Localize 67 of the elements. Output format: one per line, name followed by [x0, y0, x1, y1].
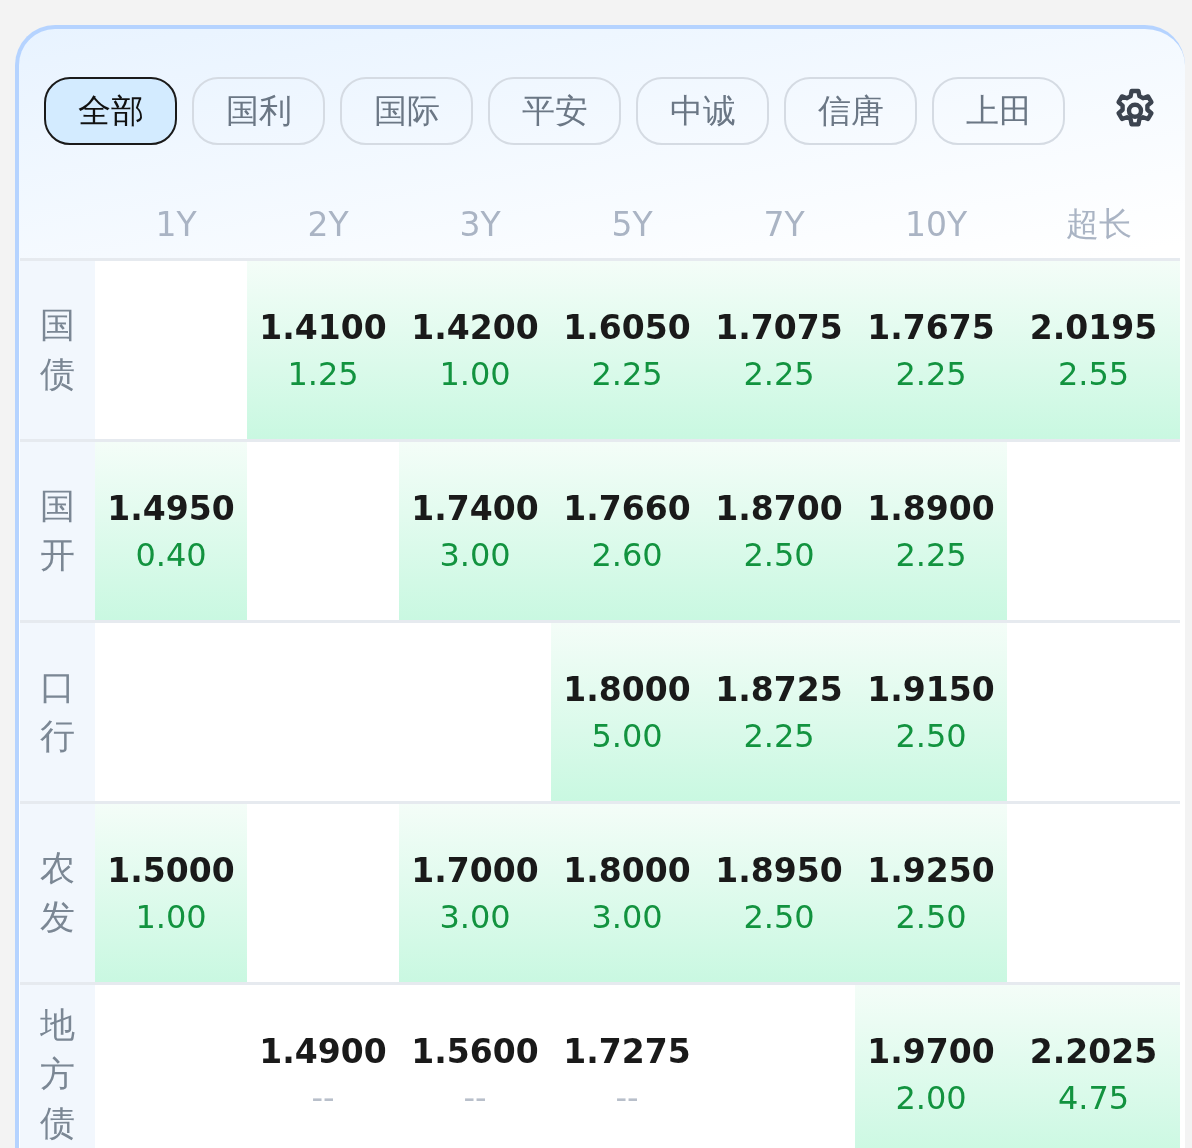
change-value: 3.00	[439, 897, 511, 936]
rate-value: 1.4900	[259, 1031, 387, 1071]
change-value: 1.00	[439, 354, 511, 393]
change-value: 2.25	[895, 354, 967, 393]
rate-value: 1.8950	[715, 850, 843, 890]
change-value: 2.25	[591, 354, 663, 393]
filter-tab[interactable]: 国利	[192, 77, 325, 145]
column-header: 5Y	[610, 204, 653, 244]
column-header: 10Y	[903, 204, 968, 244]
rate-value: 1.4200	[411, 307, 539, 347]
filter-tab[interactable]: 上田	[932, 77, 1065, 145]
column-header: 超长	[1064, 202, 1132, 245]
row-label: 国债	[40, 304, 75, 396]
rate-value: 1.5000	[107, 850, 235, 890]
rate-value: 1.9700	[867, 1031, 995, 1071]
rate-value: 1.4950	[107, 488, 235, 528]
change-value: 0.40	[135, 535, 207, 574]
filter-tab[interactable]: 全部	[44, 77, 177, 145]
rate-value: 1.5600	[411, 1031, 539, 1071]
rate-value: 1.8725	[715, 669, 843, 709]
rate-value: 1.8000	[563, 850, 691, 890]
change-value: 1.00	[135, 897, 207, 936]
filter-tab[interactable]: 国际	[340, 77, 473, 145]
change-value: 2.55	[1057, 354, 1130, 393]
rate-value: 2.0195	[1029, 307, 1158, 347]
rate-value: 1.6050	[563, 307, 691, 347]
rate-value: 2.2025	[1029, 1031, 1158, 1071]
change-value: 5.00	[591, 716, 663, 755]
rate-value: 1.7075	[715, 307, 843, 347]
column-header: 3Y	[458, 204, 501, 244]
change-value: 2.25	[895, 535, 967, 574]
row-label: 国开	[40, 485, 75, 577]
row-label: 地方债	[40, 1003, 75, 1145]
rate-value: 1.7000	[411, 850, 539, 890]
rate-value: 1.4100	[259, 307, 387, 347]
rate-value: 1.8900	[867, 488, 995, 528]
change-value: 2.25	[743, 716, 815, 755]
change-value: 2.50	[895, 897, 967, 936]
rate-value: 1.8000	[563, 669, 691, 709]
rate-value: 1.7675	[867, 307, 995, 347]
change-value: 2.50	[743, 897, 815, 936]
change-value: --	[463, 1078, 487, 1117]
rate-value: 1.9150	[867, 669, 995, 709]
row-label: 口行	[40, 666, 75, 758]
change-value: 3.00	[591, 897, 663, 936]
change-value: --	[615, 1078, 639, 1117]
change-value: 2.60	[591, 535, 663, 574]
rate-value: 1.7660	[563, 488, 691, 528]
column-header: 7Y	[762, 204, 805, 244]
change-value: 2.50	[895, 716, 967, 755]
change-value: 3.00	[439, 535, 511, 574]
filter-tab[interactable]: 中诚	[636, 77, 769, 145]
change-value: 2.00	[895, 1078, 967, 1117]
filter-tab[interactable]: 信唐	[784, 77, 917, 145]
column-header: 1Y	[154, 204, 197, 244]
rate-value: 1.9250	[867, 850, 995, 890]
rate-value: 1.7400	[411, 488, 539, 528]
change-value: 2.25	[743, 354, 815, 393]
rate-value: 1.7275	[563, 1031, 691, 1071]
row-label: 农发	[40, 847, 75, 939]
change-value: 2.50	[743, 535, 815, 574]
change-value: 4.75	[1057, 1078, 1130, 1117]
rate-value: 1.8700	[715, 488, 843, 528]
change-value: --	[311, 1078, 335, 1117]
change-value: 1.25	[287, 354, 359, 393]
column-header: 2Y	[306, 204, 349, 244]
filter-tab[interactable]: 平安	[488, 77, 621, 145]
